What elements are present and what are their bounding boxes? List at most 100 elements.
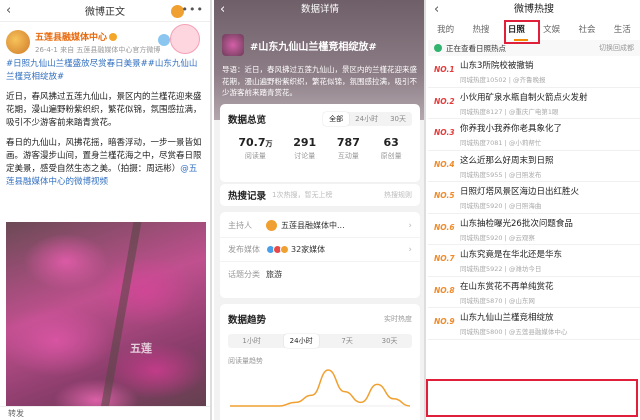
trend-chart-label: 阅读量趋势 <box>228 357 263 365</box>
category-value: 旅游 <box>266 269 282 279</box>
hot-record-sub: 1次热搜，暂无上榜 <box>272 191 333 199</box>
rank-sub: 同城热度8127 | @重庆广电第1眼 <box>460 107 559 116</box>
avatar-pendant-icon <box>170 24 200 54</box>
category-row: 话题分类 旅游 <box>220 262 420 286</box>
photo-watermark: 五莲 <box>130 342 152 355</box>
post-header-title: 微博正文 <box>85 7 125 18</box>
trend-tab-30d[interactable]: 30天 <box>376 334 404 348</box>
tab-life[interactable]: 生活 <box>614 20 631 40</box>
rank-item[interactable]: NO.2 小伙用矿泉水瓶自制火箭点火发射 同城热度8127 | @重庆广电第1眼 <box>428 88 640 119</box>
topic-banner: ‹ 数据详情 #山东九仙山兰槿竞相绽放# 导语：近日，春风拂过五莲九仙山，景区内… <box>214 0 424 120</box>
rank-text: 在山东赏花不再单纯赏花 同城热度5870 | @山东网 <box>460 280 554 308</box>
location-icon <box>434 44 442 52</box>
data-header: ‹ 数据详情 <box>214 0 424 20</box>
verified-badge-icon <box>109 33 118 41</box>
rank-item[interactable]: NO.6 山东抽检曝光26批次问题食品 同城热度5920 | @云观察 <box>428 214 640 245</box>
rank-title: 在山东赏花不再单纯赏花 <box>460 281 554 292</box>
rank-title: 山东抽检曝光26批次问题食品 <box>460 218 573 229</box>
repost-button[interactable]: 转发 <box>8 409 24 418</box>
hot-record-card[interactable]: 热搜记录 1次热搜，暂无上榜 热搜规则 <box>220 184 420 206</box>
media-label: 发布媒体 <box>228 245 260 254</box>
data-header-title: 数据详情 <box>300 4 339 15</box>
post-header: ‹ 微博正文 ••• <box>0 0 210 22</box>
trend-range-tabs: 1小时 24小时 7天 30天 <box>228 334 412 348</box>
host-value: 五莲县融媒体中... <box>281 221 345 230</box>
author-name-link[interactable]: 五莲县融媒体中心 <box>35 30 160 43</box>
tab-hot[interactable]: 热搜 <box>472 20 489 40</box>
author-row: 五莲县融媒体中心 26-4-1 来自 五莲县融媒体中心官方微博 <box>0 22 210 56</box>
tab-highlight-box <box>504 20 540 44</box>
author-meta: 26-4-1 来自 五莲县融媒体中心官方微博 <box>35 46 161 54</box>
switch-city-link[interactable]: 切换回成都 <box>599 43 634 53</box>
hot-rule-link[interactable]: 热搜规则 <box>384 190 412 200</box>
stat-label: 讨论量 <box>294 152 316 160</box>
chevron-right-icon: › <box>408 220 412 231</box>
rank-sub: 同城热度5920 | @日照海曲 <box>460 202 542 210</box>
rank-item[interactable]: NO.9 山东九仙山兰槿竞相绽放 同城热度5800 | @五莲县融媒体中心 <box>428 308 640 340</box>
trend-tab-24h[interactable]: 24小时 <box>283 334 319 348</box>
rank-number: NO.2 <box>434 96 455 106</box>
rank-item[interactable]: NO.4 这么近那么好周末到日照 同城热度5955 | @日照发布 <box>428 151 640 182</box>
trend-series-line <box>229 369 411 407</box>
host-row[interactable]: 主持人 五莲县融媒体中... › <box>220 214 420 238</box>
stat-label: 原创量 <box>380 152 402 160</box>
tab-mine[interactable]: 我的 <box>437 20 454 40</box>
rank-sub: 同城热度5920 | @云观察 <box>460 233 535 242</box>
rank-item[interactable]: NO.1 山东3所院校被撤销 同城热度10502 | @齐鲁晚报 <box>428 56 640 88</box>
trend-chart <box>229 369 411 407</box>
rank-sub: 同城热度5870 | @山东网 <box>460 296 535 305</box>
stat-originals: 63 原创量 <box>381 136 402 161</box>
topic-title: #山东九仙山兰槿竞相绽放# <box>250 41 377 53</box>
chevron-right-icon: › <box>408 244 412 255</box>
rank-text: 山东3所院校被撤销同城热度10502 | @齐鲁晚报 <box>460 59 546 87</box>
tab-society[interactable]: 社会 <box>578 20 595 40</box>
host-avatar <box>266 220 277 231</box>
media-value: 32家媒体 <box>291 245 326 254</box>
hot-header-title: 微博热搜 <box>514 4 554 15</box>
media-row[interactable]: 发布媒体 32家媒体 › <box>220 238 420 262</box>
rank-number: NO.8 <box>434 285 455 295</box>
author-avatar[interactable] <box>6 30 30 54</box>
rank-number: NO.3 <box>434 128 455 137</box>
post-photo[interactable]: 五莲 <box>6 222 206 420</box>
topic-row: #山东九仙山兰槿竞相绽放# <box>214 20 424 56</box>
rank-item[interactable]: NO.8 在山东赏花不再单纯赏花 同城热度5870 | @山东网 <box>428 277 640 308</box>
decorative-sticker-icon <box>158 34 170 46</box>
post-paragraph-1: 近日，春风拂过五莲九仙山，景区内的兰槿花迎来盛花期，漫山遍野粉紫织织，繁花似锦，… <box>6 92 202 128</box>
range-tab-all[interactable]: 全部 <box>323 112 350 126</box>
stat-label: 互动量 <box>337 152 359 160</box>
topic-data-panel: ‹ 数据详情 #山东九仙山兰槿竞相绽放# 导语：近日，春风拂过五莲九仙山，景区内… <box>214 0 426 420</box>
rank-item[interactable]: NO.7 山东究竟是在华北还是华东 同城热度5922 | @潍坊今日 <box>428 245 640 277</box>
rank-sub: 同城热度10502 | @齐鲁晚报 <box>460 76 546 84</box>
rank-title: 山东3所院校被撤销 <box>460 61 534 71</box>
hot-header: ‹ 微博热搜 <box>428 0 640 20</box>
rank-item[interactable]: NO.5 日照灯塔风景区海边日出红胜火 同城热度5920 | @日照海曲 <box>428 182 640 214</box>
rank-title: 小伙用矿泉水瓶自制火箭点火发射 <box>460 92 588 103</box>
bottom-action-bar: 转发 <box>0 406 210 420</box>
post-tags[interactable]: #日照九仙山兰槿盛放尽赏春日美景##山东九仙山兰槿竞相绽放# <box>6 58 204 84</box>
post-paragraph-2: 春日的九仙山，风拂花摇，暗香浮动，一步一景皆如画。游客漫步山间，置身兰槿花海之中… <box>6 138 202 174</box>
stat-unit: 万 <box>265 140 273 148</box>
rank-item[interactable]: NO.3 你养我小我养你老具象化了 同城热度7081 | @小莉帮忙 <box>428 119 640 151</box>
rank-number: NO.7 <box>434 254 455 263</box>
rank-title: 山东究竟是在华北还是华东 <box>460 250 563 260</box>
back-arrow-icon[interactable]: ‹ <box>220 0 225 20</box>
rank-text: 山东九仙山兰槿竞相绽放 同城热度5800 | @五莲县融媒体中心 <box>460 311 567 339</box>
more-icon[interactable]: ••• <box>182 3 204 16</box>
back-arrow-icon[interactable]: ‹ <box>6 3 11 18</box>
rank-highlight-box <box>426 379 638 417</box>
category-label: 话题分类 <box>228 269 260 279</box>
trend-card: 数据趋势 实时热度 1小时 24小时 7天 30天 阅读量趋势 <box>220 304 420 420</box>
back-arrow-icon[interactable]: ‹ <box>434 0 439 20</box>
range-tab-30d[interactable]: 30天 <box>384 112 412 126</box>
rank-title: 这么近那么好周末到日照 <box>460 155 554 166</box>
tab-entertainment[interactable]: 文娱 <box>543 20 560 40</box>
rank-text: 日照灯塔风景区海边日出红胜火 同城热度5920 | @日照海曲 <box>460 185 579 213</box>
rank-number: NO.6 <box>434 222 455 232</box>
photo-road <box>98 222 142 420</box>
trend-realtime[interactable]: 实时热度 <box>384 314 412 324</box>
trend-tab-7d[interactable]: 7天 <box>335 334 358 348</box>
author-name[interactable]: 五莲县融媒体中心 <box>35 33 107 43</box>
range-tab-24h[interactable]: 24小时 <box>349 112 384 126</box>
trend-tab-1h[interactable]: 1小时 <box>236 334 266 348</box>
